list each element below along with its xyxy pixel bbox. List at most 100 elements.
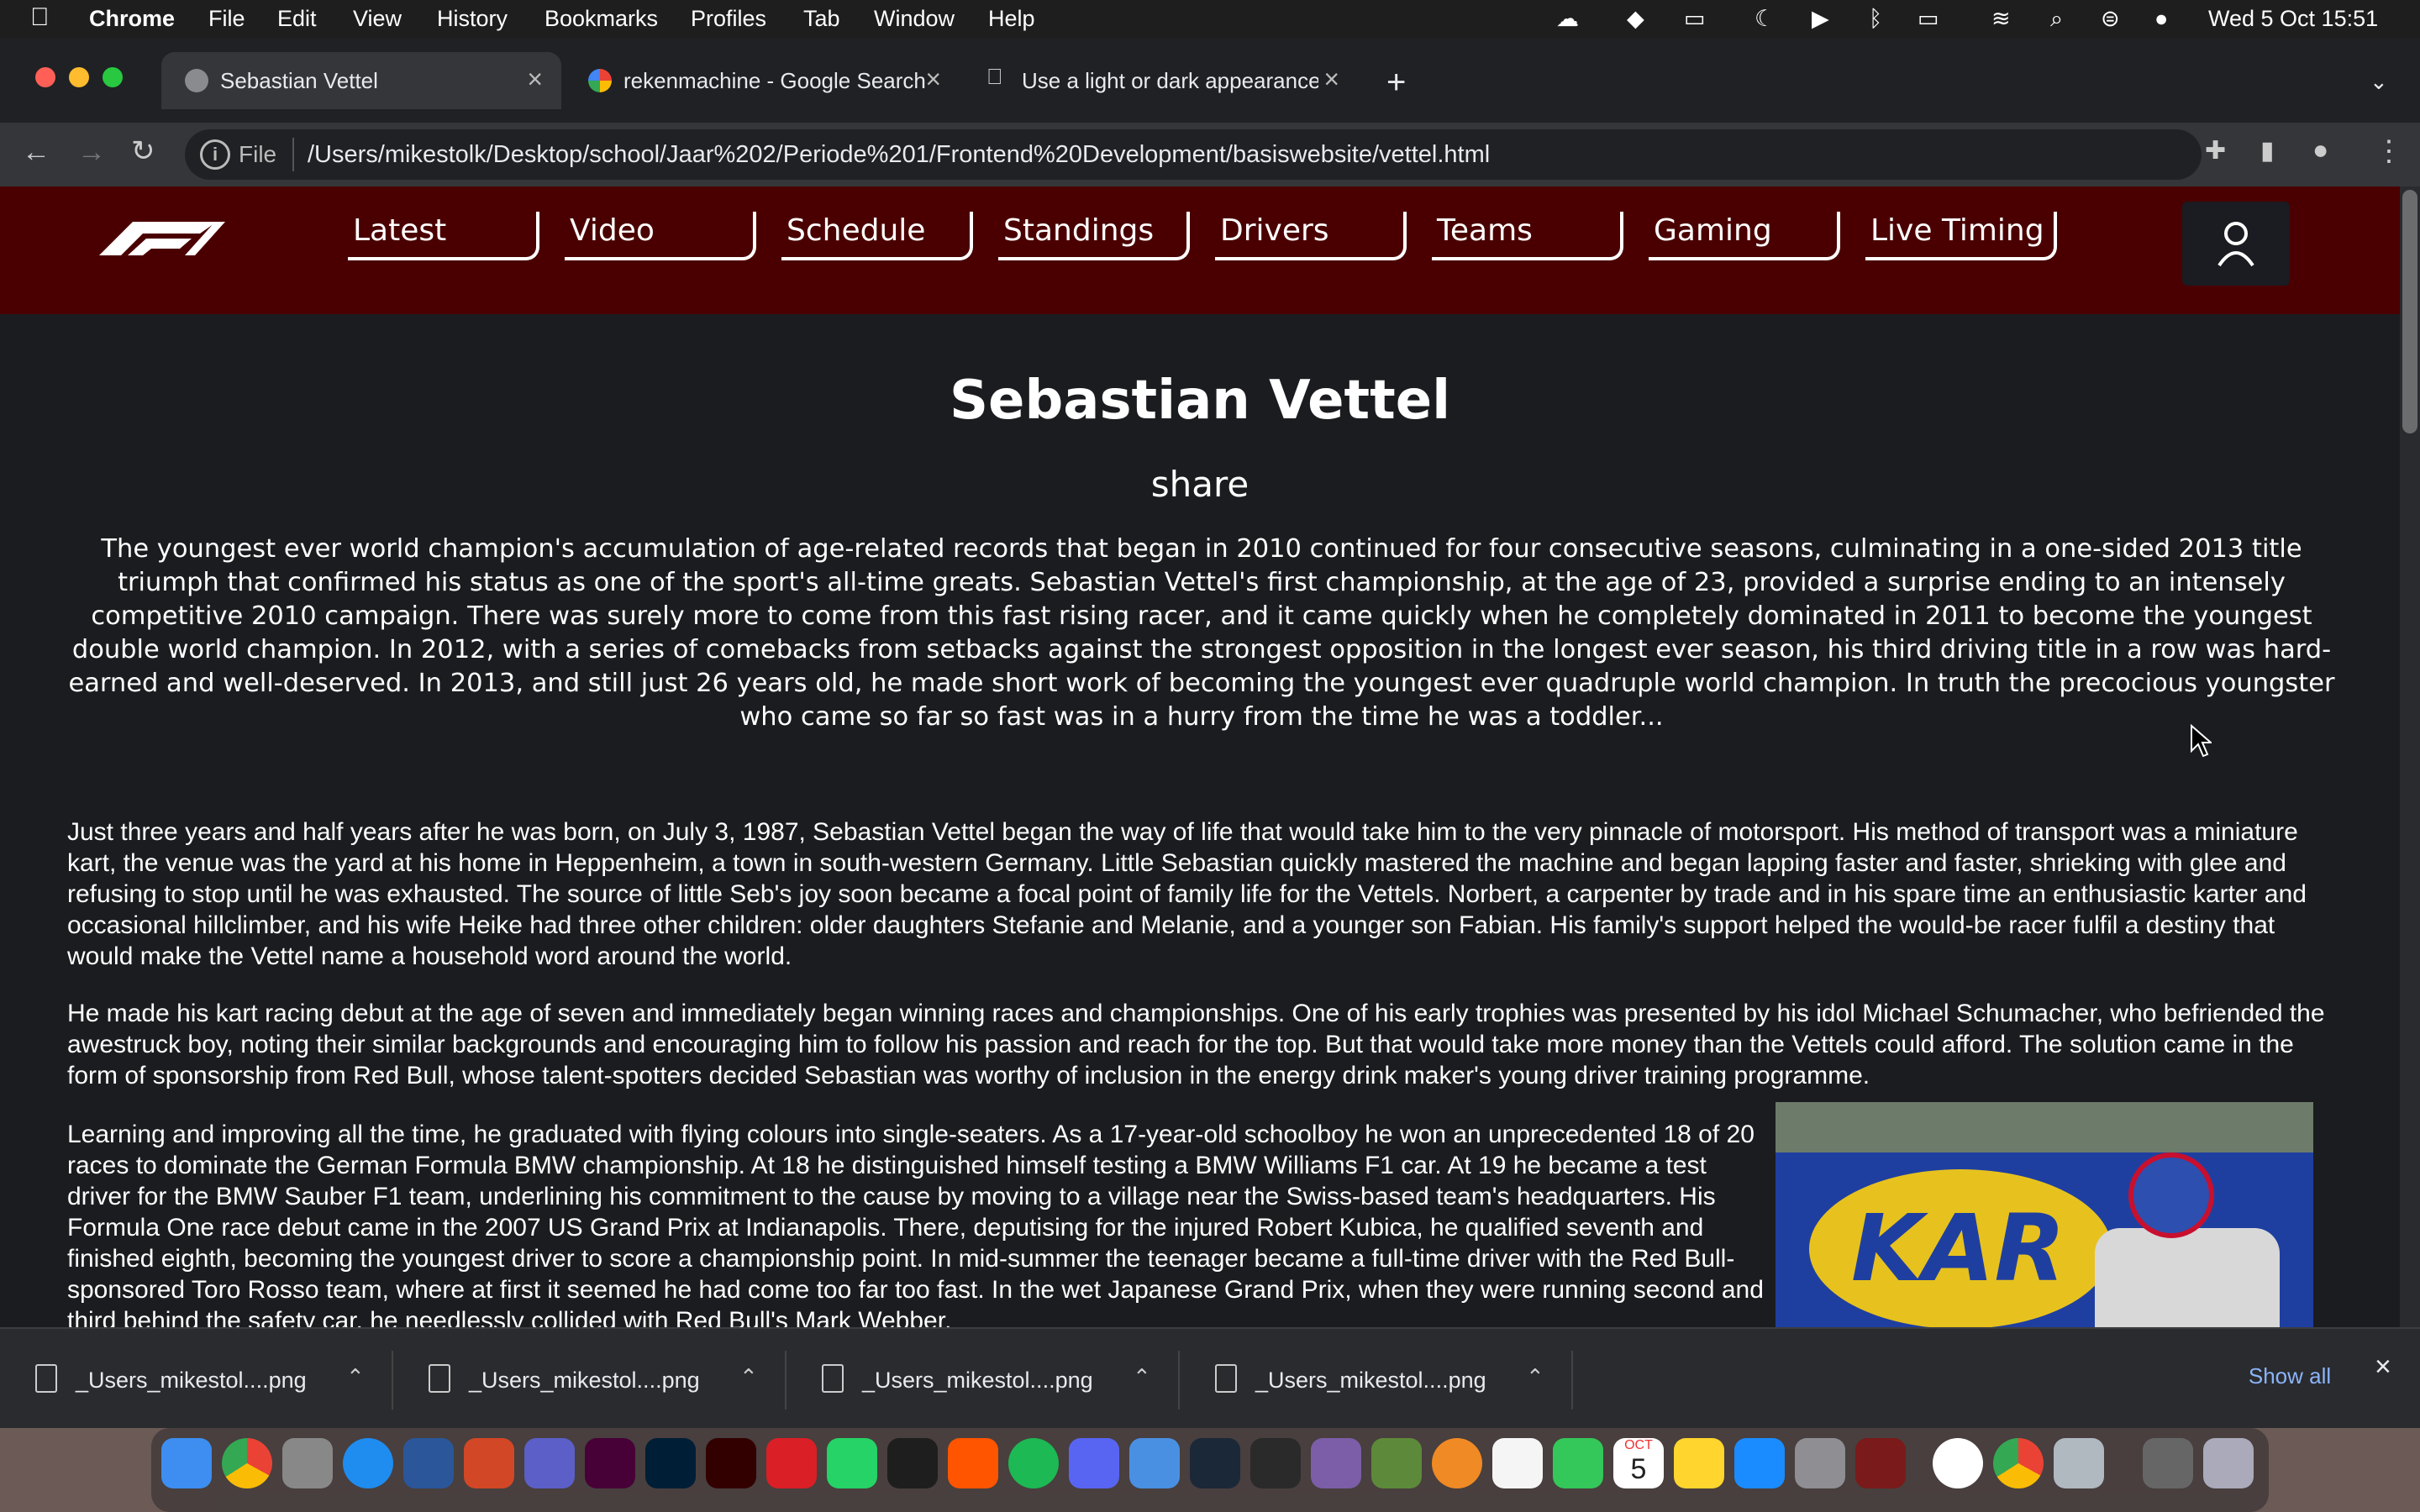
window-minimize-button[interactable]	[69, 67, 89, 87]
chevron-up-icon[interactable]: ⌃	[1133, 1364, 1151, 1390]
download-item[interactable]: _Users_mikestol....png ⌃	[786, 1351, 1180, 1410]
photoshop-icon[interactable]	[645, 1438, 696, 1488]
illustrator-icon[interactable]	[706, 1438, 756, 1488]
chrome-icon[interactable]	[222, 1438, 272, 1488]
close-downloads-icon[interactable]: ×	[2375, 1351, 2391, 1383]
control-center-icon[interactable]: ⊜	[2101, 6, 2120, 32]
share-link[interactable]: share	[0, 464, 2400, 505]
forward-icon[interactable]: →	[77, 136, 106, 169]
app-icon[interactable]	[1855, 1438, 1906, 1488]
webex-icon[interactable]	[1933, 1438, 1983, 1488]
preview-icon[interactable]	[2054, 1438, 2104, 1488]
nav-latest[interactable]: Latest	[348, 212, 539, 260]
adobe-xd-icon[interactable]	[585, 1438, 635, 1488]
spotify-icon[interactable]	[1008, 1438, 1059, 1488]
creative-cloud-icon[interactable]	[766, 1438, 817, 1488]
siri-icon[interactable]: ●	[2154, 6, 2168, 32]
notes-icon[interactable]	[1674, 1438, 1724, 1488]
play-icon[interactable]: ▶	[1812, 6, 1829, 32]
display-icon[interactable]: ▭	[1684, 6, 1706, 32]
menu-history[interactable]: History	[437, 6, 508, 32]
launchpad-icon[interactable]	[282, 1438, 333, 1488]
close-tab-icon[interactable]: ×	[925, 64, 941, 95]
nav-drivers[interactable]: Drivers	[1215, 212, 1407, 260]
linear-icon[interactable]	[1311, 1438, 1361, 1488]
cloud-status-icon[interactable]: ☁	[1556, 6, 1579, 32]
nav-live-timing[interactable]: Live Timing	[1865, 212, 2057, 260]
menu-view[interactable]: View	[353, 6, 402, 32]
scrollbar-thumb[interactable]	[2402, 190, 2417, 433]
nav-video[interactable]: Video	[565, 212, 756, 260]
chevron-up-icon[interactable]: ⌃	[346, 1364, 365, 1390]
profile-icon[interactable]: ●	[2312, 134, 2328, 165]
menu-tab[interactable]: Tab	[803, 6, 840, 32]
tab-appearance[interactable]:  Use a light or dark appearance ×	[963, 52, 1358, 109]
download-item[interactable]: _Users_mikestol....png ⌃	[393, 1351, 786, 1410]
chrome-icon[interactable]	[1993, 1438, 2044, 1488]
word-icon[interactable]	[403, 1438, 454, 1488]
diamond-app-icon[interactable]: ◆	[1627, 6, 1644, 32]
whatsapp-icon[interactable]	[827, 1438, 877, 1488]
f1-logo[interactable]	[91, 215, 225, 257]
apple-menu-icon[interactable]: 	[30, 3, 50, 32]
back-icon[interactable]: ←	[22, 136, 50, 169]
close-tab-icon[interactable]: ×	[527, 64, 543, 95]
nav-schedule[interactable]: Schedule	[781, 212, 973, 260]
system-settings-icon[interactable]	[1795, 1438, 1845, 1488]
side-panel-icon[interactable]: ▮	[2260, 136, 2275, 165]
teams-icon[interactable]	[524, 1438, 575, 1488]
menu-profiles[interactable]: Profiles	[691, 6, 766, 32]
bluetooth-icon[interactable]: ᛒ	[1869, 6, 1882, 32]
finder-icon[interactable]	[161, 1438, 212, 1488]
calendar-icon[interactable]: OCT 5	[1613, 1438, 1664, 1488]
chrome-menu-icon[interactable]: ⋮	[2375, 134, 2403, 168]
mail-icon[interactable]	[1129, 1438, 1180, 1488]
minecraft-icon[interactable]	[1371, 1438, 1422, 1488]
chevron-up-icon[interactable]: ⌃	[739, 1364, 758, 1390]
new-tab-icon[interactable]: +	[1386, 64, 1406, 102]
steam-icon[interactable]	[1190, 1438, 1240, 1488]
show-all-downloads-button[interactable]: Show all	[2235, 1356, 2344, 1396]
chevron-up-icon[interactable]: ⌃	[1526, 1364, 1544, 1390]
battery-icon[interactable]: ▭	[1918, 6, 1939, 32]
soundcloud-icon[interactable]	[948, 1438, 998, 1488]
tab-title: rekenmachine - Google Search	[623, 68, 926, 93]
window-close-button[interactable]	[35, 67, 55, 87]
user-account-button[interactable]	[2182, 202, 2290, 286]
nav-gaming[interactable]: Gaming	[1649, 212, 1840, 260]
tab-rekenmachine[interactable]: rekenmachine - Google Search ×	[565, 52, 960, 109]
site-info-icon[interactable]: i	[200, 139, 230, 170]
app-store-icon[interactable]	[1734, 1438, 1785, 1488]
close-tab-icon[interactable]: ×	[1318, 64, 1339, 95]
spotlight-search-icon[interactable]: ⌕	[2050, 6, 2063, 33]
safari-icon[interactable]	[343, 1438, 393, 1488]
window-zoom-button[interactable]	[103, 67, 123, 87]
vscode-icon[interactable]	[887, 1438, 938, 1488]
download-item[interactable]: _Users_mikestol....png ⌃	[1180, 1351, 1573, 1410]
recent-app-icon[interactable]	[2143, 1438, 2193, 1488]
moon-icon[interactable]: ☾	[1754, 6, 1775, 32]
facetime-icon[interactable]	[1553, 1438, 1603, 1488]
url-text[interactable]: /Users/mikestolk/Desktop/school/Jaar%202…	[308, 141, 1490, 169]
epic-games-icon[interactable]	[1250, 1438, 1301, 1488]
photos-icon[interactable]	[1492, 1438, 1543, 1488]
overcast-icon[interactable]	[1432, 1438, 1482, 1488]
menu-file[interactable]: File	[208, 6, 245, 32]
download-item[interactable]: _Users_mikestol....png ⌃	[0, 1351, 393, 1410]
menu-window[interactable]: Window	[874, 6, 955, 32]
menu-bookmarks[interactable]: Bookmarks	[544, 6, 658, 32]
trash-icon[interactable]	[2203, 1438, 2254, 1488]
menu-help[interactable]: Help	[988, 6, 1035, 32]
menu-edit[interactable]: Edit	[277, 6, 317, 32]
tab-search-chevron-icon[interactable]: ⌄	[2370, 69, 2388, 95]
wifi-icon[interactable]: ≋	[1991, 6, 2011, 32]
discord-icon[interactable]	[1069, 1438, 1119, 1488]
app-menu[interactable]: Chrome	[89, 6, 175, 32]
menubar-datetime[interactable]: Wed 5 Oct 15:51	[2208, 6, 2378, 32]
powerpoint-icon[interactable]	[464, 1438, 514, 1488]
nav-standings[interactable]: Standings	[998, 212, 1190, 260]
reload-icon[interactable]: ↻	[131, 134, 155, 168]
tab-sebastian-vettel[interactable]: Sebastian Vettel ×	[161, 52, 561, 109]
nav-teams[interactable]: Teams	[1432, 212, 1623, 260]
extensions-icon[interactable]: ✚	[2205, 136, 2226, 165]
